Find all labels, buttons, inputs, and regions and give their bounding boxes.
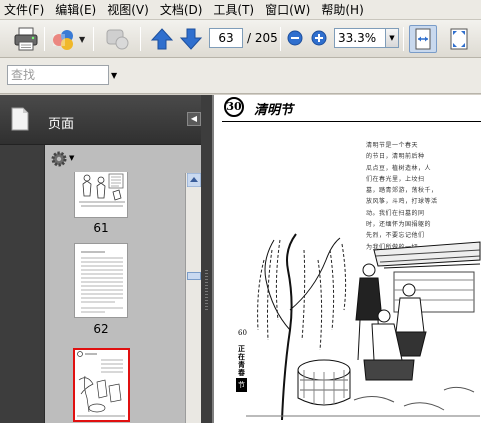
find-toolbar: 查找 ▼ — [0, 58, 481, 94]
pdf-reader-window: 文件(F) 编辑(E) 视图(V) 文档(D) 工具(T) 窗口(W) 帮助(H… — [0, 0, 481, 423]
thumbnail-page-label: 61 — [93, 221, 109, 235]
body-line: 瓜点豆，植树造林，人 — [366, 164, 432, 172]
main-toolbar: ▼ 63 / 205 33.3% ▼ — [0, 20, 481, 58]
zoom-level-input[interactable]: 33.3% — [334, 28, 386, 48]
menu-help[interactable]: 帮助(H) — [321, 1, 363, 18]
page-thumbnail[interactable] — [74, 243, 128, 318]
arrow-up-icon — [150, 28, 174, 50]
previous-page-button[interactable] — [150, 27, 174, 51]
menu-bar: 文件(F) 编辑(E) 视图(V) 文档(D) 工具(T) 窗口(W) 帮助(H… — [0, 0, 481, 20]
body-line: 动。我们在扫墓的同 — [366, 209, 425, 217]
zoom-dropdown-button[interactable]: ▼ — [386, 28, 399, 48]
panel-splitter[interactable] — [201, 95, 212, 423]
thumbnail-illustration — [79, 173, 125, 207]
pages-icon[interactable] — [10, 107, 30, 131]
zoom-out-icon — [287, 30, 303, 46]
review-button[interactable] — [104, 26, 130, 52]
document-view[interactable]: 30 清明节 清明节是一个春天 的节日，清明前后种 瓜点豆，植树造林，人 们在春… — [212, 95, 481, 423]
body-line: 清明节是一个春天 — [366, 142, 419, 149]
menu-edit[interactable]: 编辑(E) — [55, 1, 96, 18]
fit-page-icon — [450, 28, 468, 50]
toolbar-separator — [93, 27, 94, 51]
share-dropdown-arrow[interactable]: ▼ — [79, 35, 85, 44]
body-line: 放风筝，斗鸡，打球等活 — [366, 198, 438, 206]
gear-icon[interactable] — [50, 150, 68, 168]
arrow-down-icon — [179, 28, 203, 50]
chapter-number: 30 — [224, 97, 244, 117]
toolbar-separator — [403, 27, 404, 51]
fit-width-icon — [415, 28, 431, 50]
page-thumbnails-area[interactable]: ▼ 61 62 — [44, 145, 201, 423]
menu-window[interactable]: 窗口(W) — [265, 1, 310, 18]
body-line: 的节日，清明前后种 — [366, 153, 425, 161]
fit-page-button[interactable] — [446, 26, 472, 52]
nav-panel-left-strip — [0, 145, 44, 423]
thumbnail-page-label: 62 — [93, 322, 109, 336]
nav-panel-header: 页面 ◀ — [0, 95, 212, 145]
comment-disabled-icon — [106, 29, 129, 50]
menu-document[interactable]: 文档(D) — [160, 1, 203, 18]
collaborate-icon — [53, 30, 73, 50]
menu-file[interactable]: 文件(F) — [4, 1, 44, 18]
qingming-illustration — [246, 233, 481, 421]
side-page-number: 60 — [238, 329, 247, 337]
body-line: 墓，踏青郊游，荡秋千， — [366, 187, 438, 195]
page-thumbnail-selected[interactable] — [73, 348, 130, 422]
find-dropdown-arrow[interactable]: ▼ — [111, 71, 117, 80]
zoom-in-button[interactable] — [311, 30, 327, 46]
find-input[interactable]: 查找 — [7, 65, 109, 85]
collapse-panel-button[interactable]: ◀ — [187, 112, 201, 126]
thumbnail-options-bar: ▼ — [45, 145, 201, 171]
menu-view[interactable]: 视图(V) — [107, 1, 149, 18]
zoom-in-icon — [311, 30, 327, 46]
scroll-up-icon[interactable] — [187, 173, 201, 187]
fit-width-button[interactable] — [409, 25, 437, 53]
thumbnail-illustration — [77, 351, 125, 417]
toolbar-separator — [44, 27, 45, 51]
printer-icon — [14, 27, 38, 51]
share-button[interactable] — [50, 26, 78, 52]
page-number-input[interactable]: 63 — [209, 28, 243, 48]
menu-tools[interactable]: 工具(T) — [213, 1, 254, 18]
scroll-thumb[interactable] — [187, 272, 201, 280]
title-rule — [222, 121, 481, 122]
toolbar-separator — [280, 27, 281, 51]
print-button[interactable] — [12, 26, 40, 52]
toolbar-separator — [140, 27, 141, 51]
zoom-out-button[interactable] — [287, 30, 303, 46]
thumbnail-options-dropdown[interactable]: ▼ — [69, 154, 74, 162]
thumbnails-scrollbar[interactable] — [185, 173, 201, 423]
next-page-button[interactable] — [179, 27, 203, 51]
navigation-panel: 页面 ◀ ▼ 61 62 — [0, 95, 212, 423]
splitter-grip — [205, 270, 208, 310]
side-tab: 节 — [236, 378, 247, 392]
page-thumbnail[interactable] — [74, 172, 128, 218]
chapter-title: 清明节 — [254, 103, 294, 118]
side-caption: 正在青春 — [238, 344, 245, 377]
thumbnail-text-page — [81, 251, 123, 313]
nav-panel-title: 页面 — [48, 117, 75, 132]
body-line: 们在春光里，上坟扫 — [366, 175, 425, 183]
page-total: / 205 — [247, 31, 278, 45]
